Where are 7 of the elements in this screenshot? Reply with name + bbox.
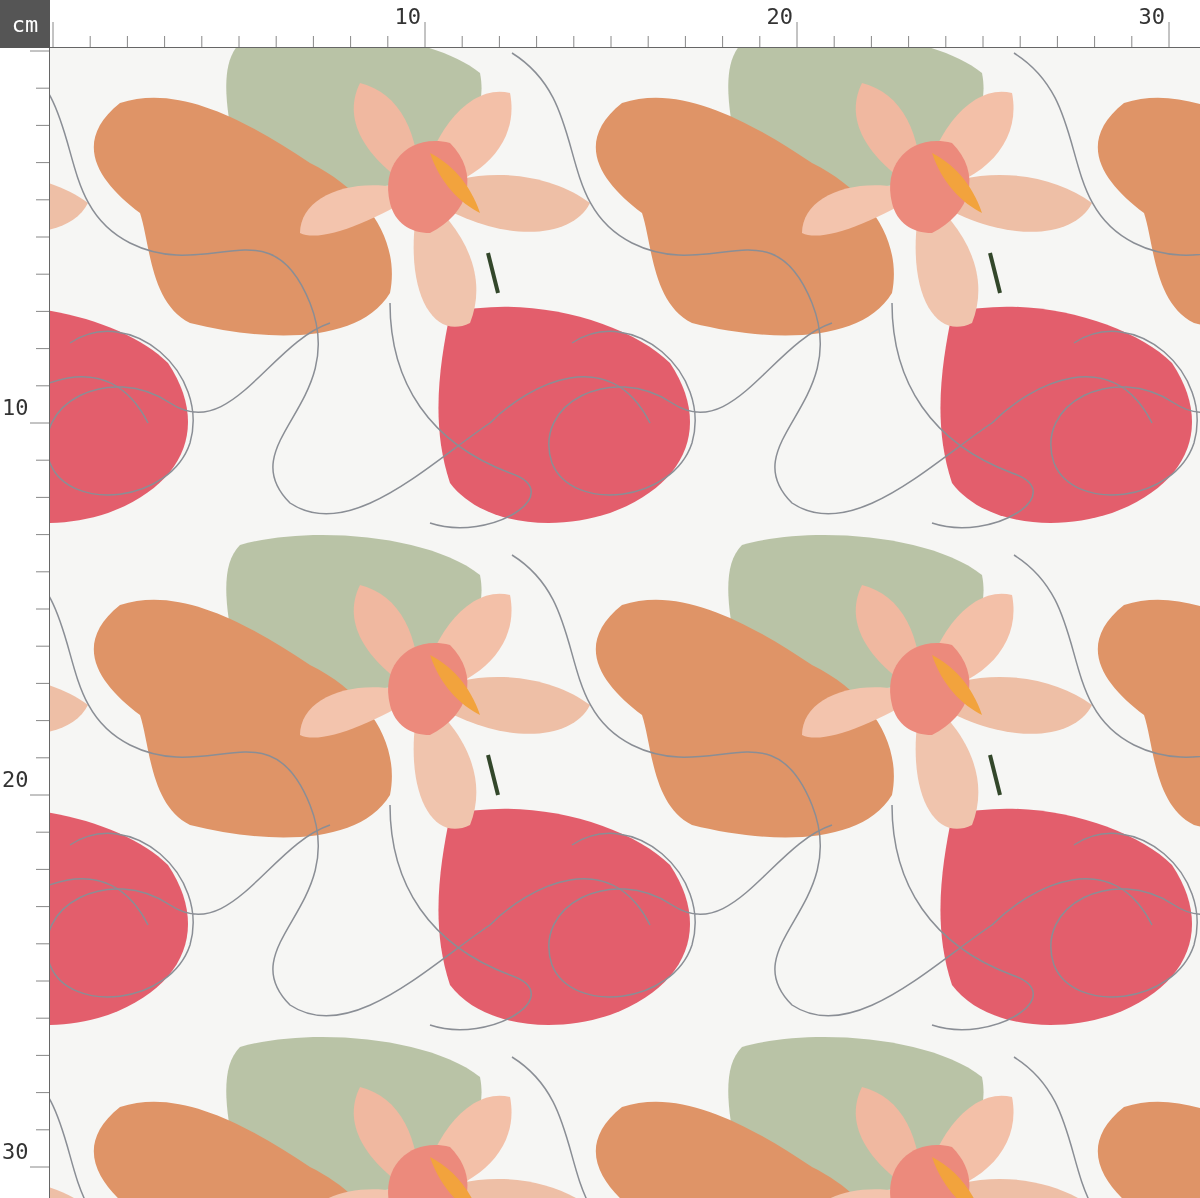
ruler-label: 10 <box>2 395 29 420</box>
unit-label: cm <box>0 0 50 48</box>
ruler-label: 10 <box>394 4 421 29</box>
ruler-label: 30 <box>2 1139 29 1164</box>
ruler-label: 30 <box>1138 4 1165 29</box>
ruler-label: 20 <box>766 4 793 29</box>
ruler-label: 20 <box>2 767 29 792</box>
